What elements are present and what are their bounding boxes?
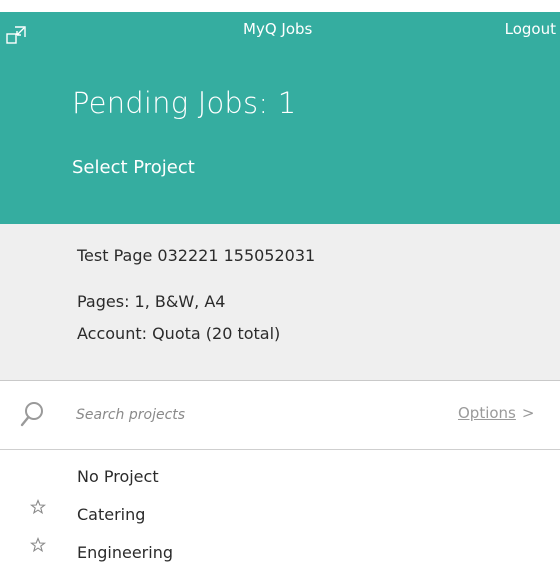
- search-projects-input[interactable]: [74, 401, 408, 429]
- project-label: Catering: [77, 505, 146, 524]
- project-search-bar: Options >: [0, 381, 560, 450]
- job-name: Test Page 032221 155052031: [77, 246, 316, 265]
- search-icon: [20, 402, 43, 427]
- job-details-panel: Test Page 032221 155052031 Pages: 1, B&W…: [0, 224, 560, 381]
- logout-button[interactable]: Logout: [505, 20, 556, 38]
- header-bar: MyQ Jobs Logout Pending Jobs: 1 Select P…: [0, 12, 560, 224]
- select-project-heading: Select Project: [72, 157, 195, 178]
- project-label: No Project: [77, 467, 159, 486]
- app-title: MyQ Jobs: [243, 20, 313, 38]
- project-label: Engineering: [77, 543, 173, 562]
- project-list: No Project Catering Engineering: [0, 450, 560, 564]
- star-outline-icon[interactable]: [30, 499, 46, 515]
- collapse-window-icon[interactable]: [6, 24, 28, 46]
- project-item-catering[interactable]: Catering: [0, 488, 560, 526]
- project-item-no-project[interactable]: No Project: [0, 450, 560, 488]
- options-label: Options: [458, 404, 516, 422]
- options-button[interactable]: Options >: [458, 404, 534, 422]
- job-account-info: Account: Quota (20 total): [77, 324, 281, 343]
- job-pages-info: Pages: 1, B&W, A4: [77, 292, 226, 311]
- project-item-engineering[interactable]: Engineering: [0, 526, 560, 564]
- pending-jobs-title: Pending Jobs: 1: [72, 86, 297, 120]
- chevron-right-icon: >: [521, 404, 535, 422]
- star-outline-icon[interactable]: [30, 537, 46, 553]
